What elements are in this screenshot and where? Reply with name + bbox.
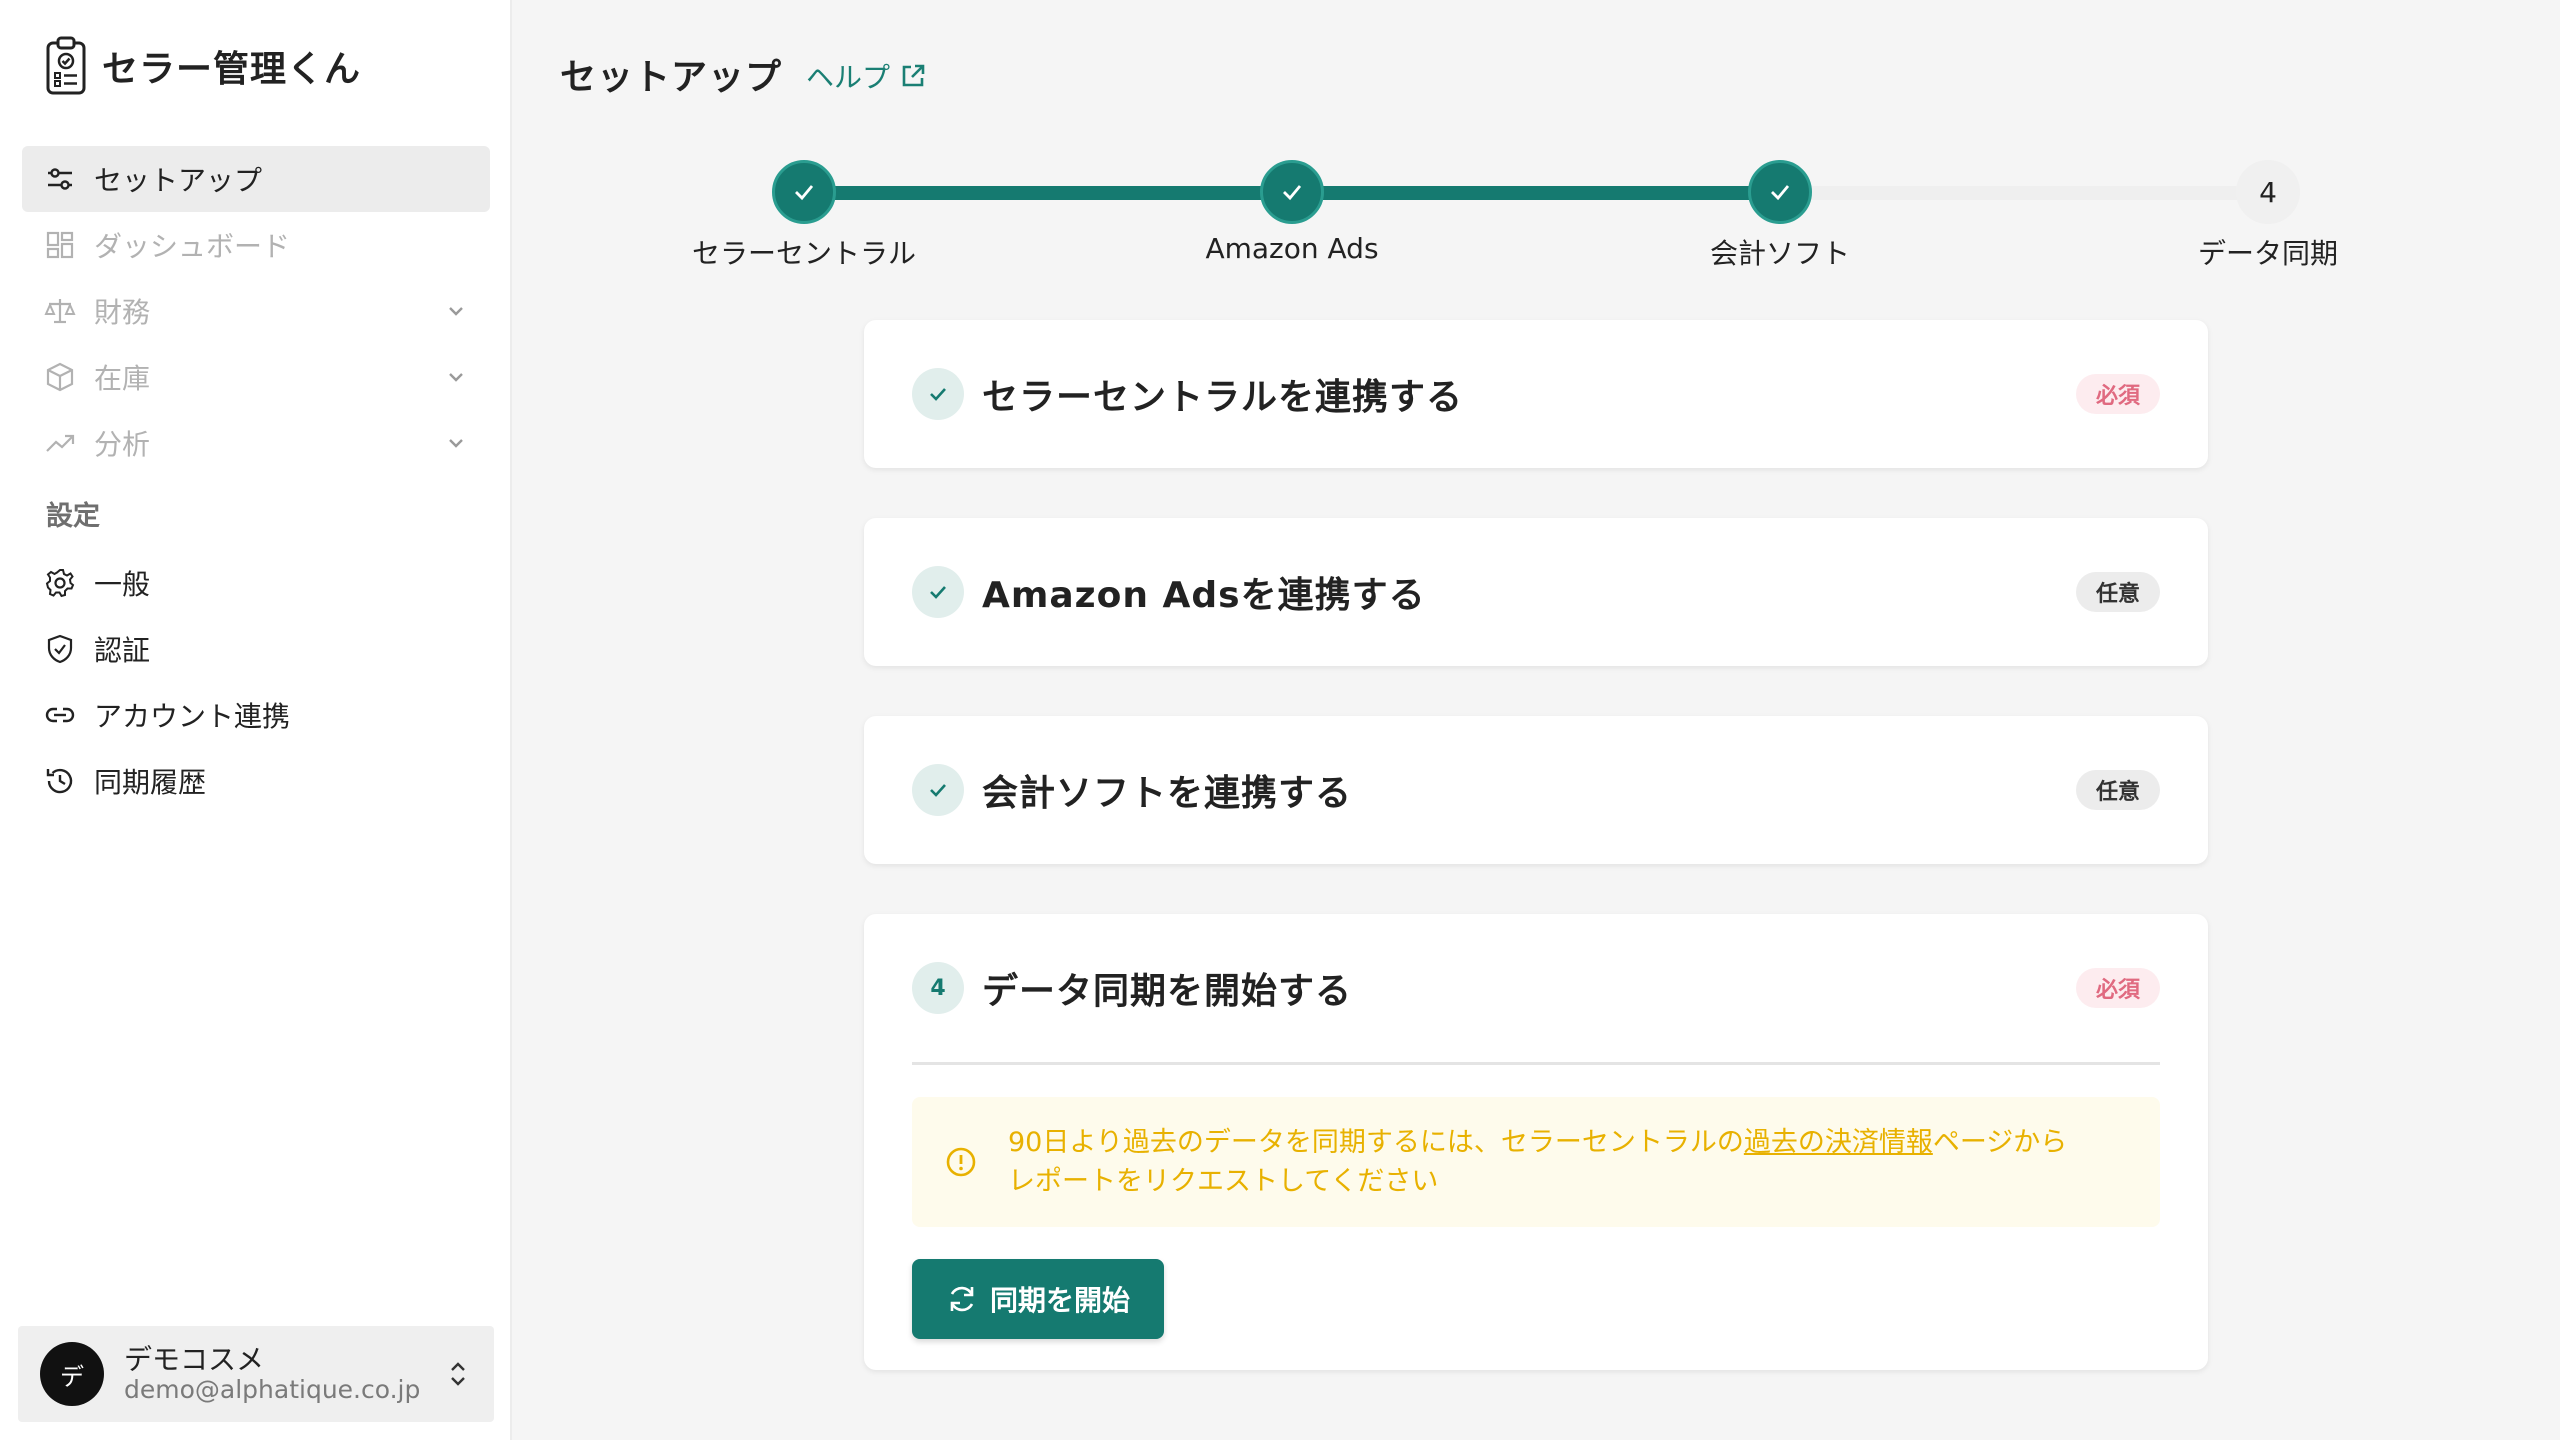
user-info: デモコスメ demo@alphatique.co.jp xyxy=(124,1342,444,1405)
step-label: データ同期 xyxy=(2197,237,2338,270)
notice-text: 90日より過去のデータを同期するには、セラーセントラルの過去の決済情報ページから… xyxy=(1008,1123,2067,1201)
chevron-up-down-icon xyxy=(451,1362,465,1386)
sidebar-item-label: 一般 xyxy=(94,568,151,601)
link-icon xyxy=(45,707,75,723)
sidebar-item-analytics: 分析 xyxy=(22,410,490,476)
sidebar-item-finance: 財務 xyxy=(22,278,490,344)
card-title: データ同期を開始する xyxy=(982,971,1353,1012)
info-notice: 90日より過去のデータを同期するには、セラーセントラルの過去の決済情報ページから… xyxy=(912,1097,2160,1227)
user-menu[interactable]: デ デモコスメ demo@alphatique.co.jp xyxy=(18,1326,494,1422)
refresh-icon xyxy=(950,1286,974,1312)
avatar: デ xyxy=(40,1342,104,1406)
step-2-indicator xyxy=(1260,160,1324,224)
settings-section-label: 設定 xyxy=(46,500,100,532)
optional-badge: 任意 xyxy=(2075,770,2160,810)
step-complete-indicator xyxy=(912,566,964,618)
check-icon xyxy=(1283,185,1302,201)
sidebar-item-label: 認証 xyxy=(94,634,151,667)
setup-stepper: 4 セラーセントラル Amazon Ads 会計ソフト データ同期 xyxy=(0,0,2560,280)
required-badge: 必須 xyxy=(2075,968,2160,1008)
box-icon xyxy=(46,362,74,392)
setup-card-data-sync: 4 データ同期を開始する 必須 90日より過去のデータを同期するには、セラーセン… xyxy=(864,914,2208,1370)
chevron-down-icon xyxy=(449,373,463,382)
step-3-indicator xyxy=(1748,160,1812,224)
setup-card-seller-central[interactable]: セラーセントラルを連携する 必須 xyxy=(864,320,2208,468)
card-title: セラーセントラルを連携する xyxy=(982,377,1464,418)
start-sync-button[interactable]: 同期を開始 xyxy=(912,1259,1164,1339)
check-icon xyxy=(930,388,946,401)
sidebar-item-inventory: 在庫 xyxy=(22,344,490,410)
card-header: 会計ソフトを連携する 任意 xyxy=(864,716,2208,864)
card-divider xyxy=(912,1062,2160,1065)
check-icon xyxy=(795,185,814,201)
setup-card-accounting[interactable]: 会計ソフトを連携する 任意 xyxy=(864,716,2208,864)
trend-up-icon xyxy=(46,434,75,452)
notice-text-part: ページから xyxy=(1932,1126,2068,1158)
step-complete-indicator xyxy=(912,764,964,816)
card-header: セラーセントラルを連携する 必須 xyxy=(864,320,2208,468)
setup-card-amazon-ads[interactable]: Amazon Adsを連携する 任意 xyxy=(864,518,2208,666)
sidebar-item-auth[interactable]: 認証 xyxy=(22,616,490,682)
history-icon xyxy=(46,768,73,794)
step-label: 会計ソフト xyxy=(1709,237,1850,270)
settlement-history-link[interactable]: 過去の決済情報 xyxy=(1744,1127,1933,1158)
card-header: Amazon Adsを連携する 任意 xyxy=(864,518,2208,666)
chevron-down-icon xyxy=(449,307,463,316)
sidebar-item-label: アカウント連携 xyxy=(94,700,291,733)
scale-icon xyxy=(44,299,76,324)
sidebar-item-label: 同期履歴 xyxy=(94,766,207,799)
step-connector-todo xyxy=(1780,186,2268,200)
notice-text-part: レポートをリクエストしてください xyxy=(1008,1166,1439,1197)
sidebar-item-label: 財務 xyxy=(94,296,151,329)
sidebar-item-account-link[interactable]: アカウント連携 xyxy=(22,682,490,748)
sidebar-item-sync-history[interactable]: 同期履歴 xyxy=(22,748,490,814)
alert-circle-icon xyxy=(946,1147,976,1177)
chevron-down-icon xyxy=(449,439,463,448)
gear-icon xyxy=(45,569,75,598)
user-email: demo@alphatique.co.jp xyxy=(124,1374,421,1404)
start-sync-label: 同期を開始 xyxy=(989,1285,1130,1316)
step-number-indicator: 4 xyxy=(912,962,964,1014)
notice-text-part: 90日より過去のデータを同期するには、セラーセントラルの xyxy=(1008,1126,1744,1158)
step-complete-indicator xyxy=(912,368,964,420)
step-1-indicator xyxy=(772,160,836,224)
card-title: 会計ソフトを連携する xyxy=(982,773,1353,814)
sidebar-item-label: 分析 xyxy=(94,428,151,461)
user-name: デモコスメ xyxy=(124,1342,265,1376)
sidebar-item-general[interactable]: 一般 xyxy=(22,550,490,616)
check-icon xyxy=(930,784,946,797)
sidebar-item-label: 在庫 xyxy=(94,362,151,395)
step-4-indicator: 4 xyxy=(2236,160,2300,224)
check-icon xyxy=(1771,185,1790,201)
shield-icon xyxy=(47,634,73,664)
step-label: Amazon Ads xyxy=(1205,232,1379,265)
card-title: Amazon Adsを連携する xyxy=(982,575,1426,616)
card-header: 4 データ同期を開始する 必須 xyxy=(864,914,2208,1062)
required-badge: 必須 xyxy=(2075,374,2160,414)
check-icon xyxy=(930,586,946,599)
step-label: セラーセントラル xyxy=(691,237,916,270)
optional-badge: 任意 xyxy=(2075,572,2160,612)
